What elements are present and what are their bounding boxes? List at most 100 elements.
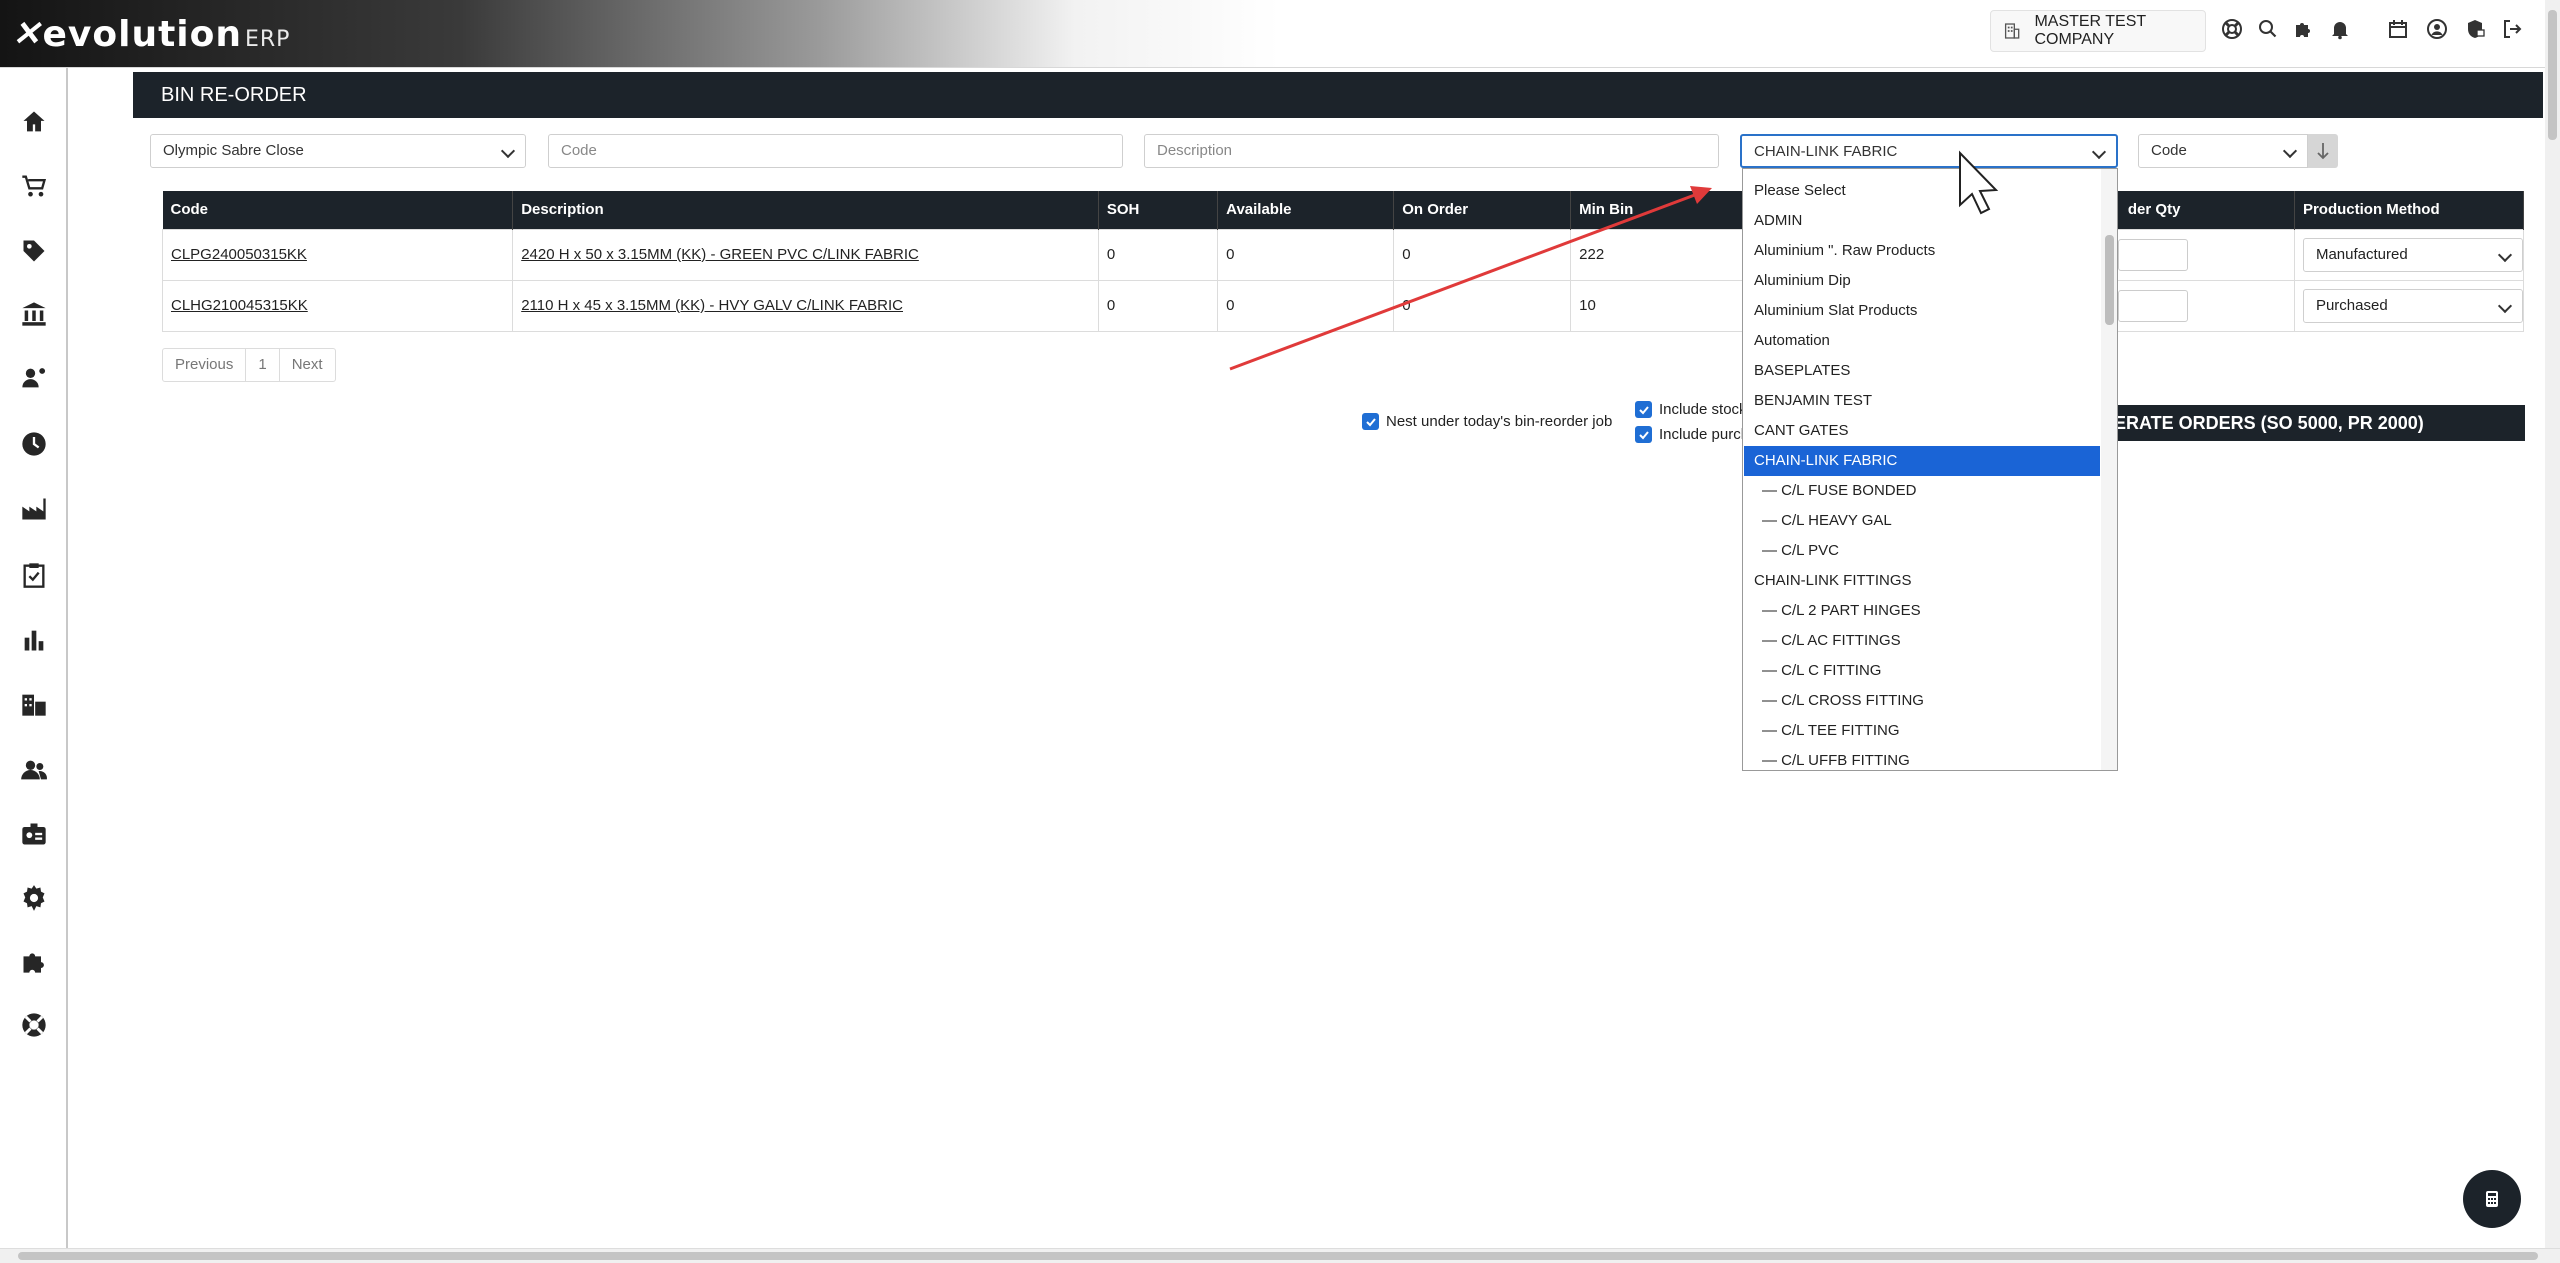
tag-icon[interactable] xyxy=(14,231,54,271)
dropdown-option[interactable]: BENJAMIN TEST xyxy=(1744,386,2100,416)
site-select-value: Olympic Sabre Close xyxy=(163,142,304,159)
col-min-bin[interactable]: Min Bin xyxy=(1570,191,1748,229)
next-page-button[interactable]: Next xyxy=(280,349,335,381)
row-soh: 0 xyxy=(1097,228,1219,281)
bell-icon[interactable] xyxy=(2328,17,2352,41)
bank-icon[interactable] xyxy=(14,294,54,334)
category-select-value: CHAIN-LINK FABRIC xyxy=(1754,143,1898,160)
cart-icon[interactable] xyxy=(14,166,54,206)
include-purch-label: Include purch xyxy=(1659,426,1750,443)
factory-icon[interactable] xyxy=(14,489,54,529)
horizontal-scrollbar-thumb[interactable] xyxy=(18,1252,2538,1260)
home-icon[interactable] xyxy=(14,102,54,142)
puzzle-icon[interactable] xyxy=(2292,17,2316,41)
clipboard-check-icon[interactable] xyxy=(14,555,54,595)
dropdown-option[interactable]: CHAIN-LINK FABRIC xyxy=(1744,446,2100,476)
category-dropdown-list[interactable]: — C/L UFFB FITTING — C/L TEE FITTING — C/L… xyxy=(1742,168,2118,771)
row-code[interactable]: CLHG210045315KK xyxy=(161,279,514,332)
nest-option[interactable]: Nest under today's bin-reorder job xyxy=(1362,413,1612,430)
dropdown-option[interactable]: BASEPLATES xyxy=(1744,356,2100,386)
page-number-button[interactable]: 1 xyxy=(246,349,280,381)
pagination: Previous 1 Next xyxy=(162,348,336,382)
brand-logo[interactable]: ✕ evolution ERP xyxy=(12,10,290,58)
dropdown-option[interactable]: CANT GATES xyxy=(1744,416,2100,446)
arrow-down-icon xyxy=(2317,143,2329,160)
dropdown-scrollbar[interactable] xyxy=(2101,169,2117,770)
code-search-input[interactable]: Code xyxy=(548,134,1123,168)
dropdown-option[interactable]: Aluminium Dip xyxy=(1744,266,2100,296)
dropdown-option[interactable]: Please Select xyxy=(1744,176,2100,206)
dropdown-option[interactable]: — C/L PVC xyxy=(1744,536,2100,566)
checkbox-checked-icon[interactable] xyxy=(1635,401,1652,418)
dropdown-option[interactable]: — C/L TEE FITTING xyxy=(1744,716,2100,746)
dropdown-option[interactable]: — C/L AC FITTINGS xyxy=(1744,626,2100,656)
logo-mark-icon: ✕ xyxy=(12,14,41,54)
logout-icon[interactable] xyxy=(2500,17,2524,41)
production-method-select[interactable]: Manufactured xyxy=(2302,237,2523,272)
dropdown-option[interactable]: Aluminium Slat Products xyxy=(1744,296,2100,326)
site-select[interactable]: Olympic Sabre Close xyxy=(150,134,526,168)
dropdown-option[interactable]: — C/L 2 PART HINGES xyxy=(1744,596,2100,626)
row-code[interactable]: CLPG240050315KK xyxy=(161,228,514,281)
gear-icon[interactable] xyxy=(14,878,54,918)
user-circle-icon[interactable] xyxy=(2425,17,2449,41)
dropdown-option[interactable]: — C/L FUSE BONDED xyxy=(1744,476,2100,506)
clock-icon[interactable] xyxy=(14,424,54,464)
checkbox-checked-icon[interactable] xyxy=(1362,413,1379,430)
row-description[interactable]: 2420 H x 50 x 3.15MM (KK) - GREEN PVC C/… xyxy=(512,228,1099,281)
dropdown-scrollbar-thumb[interactable] xyxy=(2105,235,2114,325)
order-qty-input[interactable] xyxy=(2117,238,2188,271)
dropdown-option[interactable]: ADMIN xyxy=(1744,206,2100,236)
users-icon[interactable] xyxy=(14,750,54,790)
brand-suffix: ERP xyxy=(245,26,291,52)
table-row: CLPG240050315KK 2420 H x 50 x 3.15MM (KK… xyxy=(161,228,2525,281)
previous-page-button[interactable]: Previous xyxy=(163,349,247,381)
dropdown-option[interactable]: — C/L C FITTING xyxy=(1744,656,2100,686)
dropdown-option[interactable]: — C/L UFFB FITTING xyxy=(1744,746,2100,770)
table-row: CLHG210045315KK 2110 H x 45 x 3.15MM (KK… xyxy=(161,279,2525,332)
order-qty-input[interactable] xyxy=(2117,289,2188,322)
user-cog-icon[interactable] xyxy=(14,358,54,398)
shield-lock-icon[interactable] xyxy=(2463,17,2487,41)
calculator-button[interactable] xyxy=(2463,1170,2521,1228)
include-stock-option[interactable]: Include stock xyxy=(1635,401,1747,418)
col-available[interactable]: Available xyxy=(1217,191,1395,229)
include-purch-option[interactable]: Include purch xyxy=(1635,426,1749,443)
col-production-method[interactable]: Production Method xyxy=(2294,191,2525,229)
sort-select[interactable]: Code xyxy=(2138,134,2308,168)
dropdown-option[interactable]: CHAIN-LINK FITTINGS xyxy=(1744,566,2100,596)
col-soh[interactable]: SOH xyxy=(1098,191,1219,229)
lifebuoy-icon[interactable] xyxy=(2220,17,2244,41)
description-search-input[interactable]: Description xyxy=(1144,134,1719,168)
category-select[interactable]: CHAIN-LINK FABRIC xyxy=(1740,134,2118,168)
page-horizontal-scrollbar[interactable] xyxy=(0,1248,2560,1263)
col-on-order[interactable]: On Order xyxy=(1393,191,1572,229)
puzzle-icon[interactable] xyxy=(14,941,54,981)
company-name: MASTER TEST COMPANY xyxy=(2034,13,2146,48)
col-description[interactable]: Description xyxy=(512,191,1099,229)
col-code[interactable]: Code xyxy=(162,191,514,229)
calendar-icon[interactable] xyxy=(2386,17,2410,41)
dropdown-option[interactable]: — C/L HEAVY GAL xyxy=(1744,506,2100,536)
generate-orders-button[interactable]: ERATE ORDERS (SO 5000, PR 2000) xyxy=(2090,405,2525,441)
lifebuoy-icon[interactable] xyxy=(14,1005,54,1045)
search-icon[interactable] xyxy=(2256,17,2280,41)
table-header-row: Code Description SOH Available On Order … xyxy=(162,191,2525,229)
row-soh: 0 xyxy=(1097,279,1219,332)
production-method-select[interactable]: Purchased xyxy=(2302,288,2523,323)
id-badge-icon[interactable] xyxy=(14,814,54,854)
checkbox-checked-icon[interactable] xyxy=(1635,426,1652,443)
dropdown-option[interactable]: — C/L CROSS FITTING xyxy=(1744,686,2100,716)
company-selector[interactable]: MASTER TEST COMPANY xyxy=(1990,10,2206,52)
row-description[interactable]: 2110 H x 45 x 3.15MM (KK) - HVY GALV C/L… xyxy=(512,279,1099,332)
row-min-bin: 10 xyxy=(1570,279,1748,332)
buildings-icon[interactable] xyxy=(14,684,54,724)
vertical-scrollbar-thumb[interactable] xyxy=(2548,10,2557,140)
dropdown-option[interactable]: Aluminium ". Raw Products xyxy=(1744,236,2100,266)
nest-option-label: Nest under today's bin-reorder job xyxy=(1386,413,1613,430)
row-method-cell: Purchased xyxy=(2293,279,2525,332)
page-vertical-scrollbar[interactable] xyxy=(2545,0,2560,1248)
dropdown-option[interactable]: Automation xyxy=(1744,326,2100,356)
sort-direction-button[interactable] xyxy=(2308,134,2338,168)
bar-chart-icon[interactable] xyxy=(14,620,54,660)
